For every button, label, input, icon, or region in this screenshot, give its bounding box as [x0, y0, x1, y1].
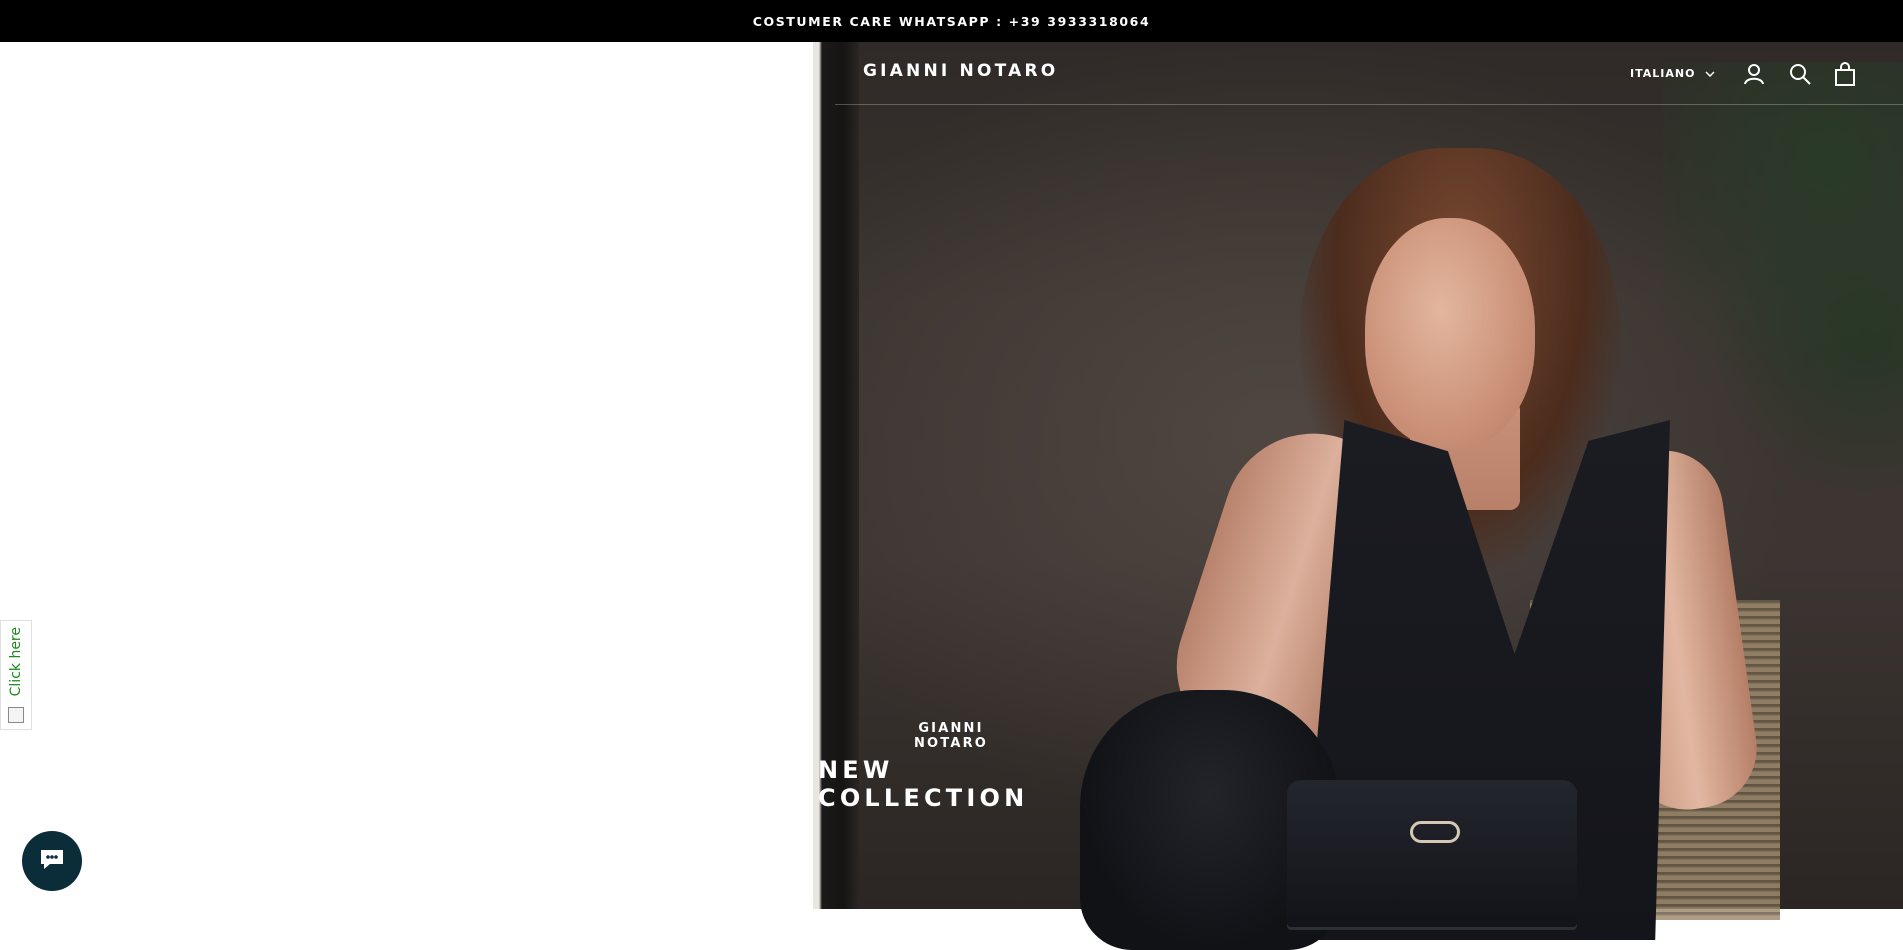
announcement-text: COSTUMER CARE WHATSAPP : +39 3933318064 — [752, 13, 1151, 29]
click-here-label[interactable]: Click here — [8, 627, 24, 696]
hero-title: NEW COLLECTION — [818, 756, 1029, 812]
cart-icon[interactable] — [1833, 62, 1857, 86]
search-icon[interactable] — [1788, 62, 1812, 86]
language-label: ITALIANO — [1630, 67, 1696, 80]
language-selector[interactable]: ITALIANO — [1630, 67, 1715, 80]
broken-image-icon — [8, 707, 24, 723]
side-click-tab[interactable]: Click here — [0, 620, 32, 730]
product-bag — [1287, 780, 1577, 930]
bag-clasp — [1410, 821, 1460, 843]
chat-bubble-icon — [38, 847, 66, 876]
account-icon[interactable] — [1742, 62, 1766, 86]
hero-subtitle: GIANNI NOTARO — [913, 721, 989, 751]
site-logo[interactable]: GIANNI NOTARO — [863, 61, 1058, 81]
chevron-down-icon — [1705, 67, 1715, 80]
model-face — [1365, 218, 1535, 448]
chat-button[interactable] — [22, 831, 82, 891]
announcement-bar: COSTUMER CARE WHATSAPP : +39 3933318064 — [0, 0, 1903, 42]
